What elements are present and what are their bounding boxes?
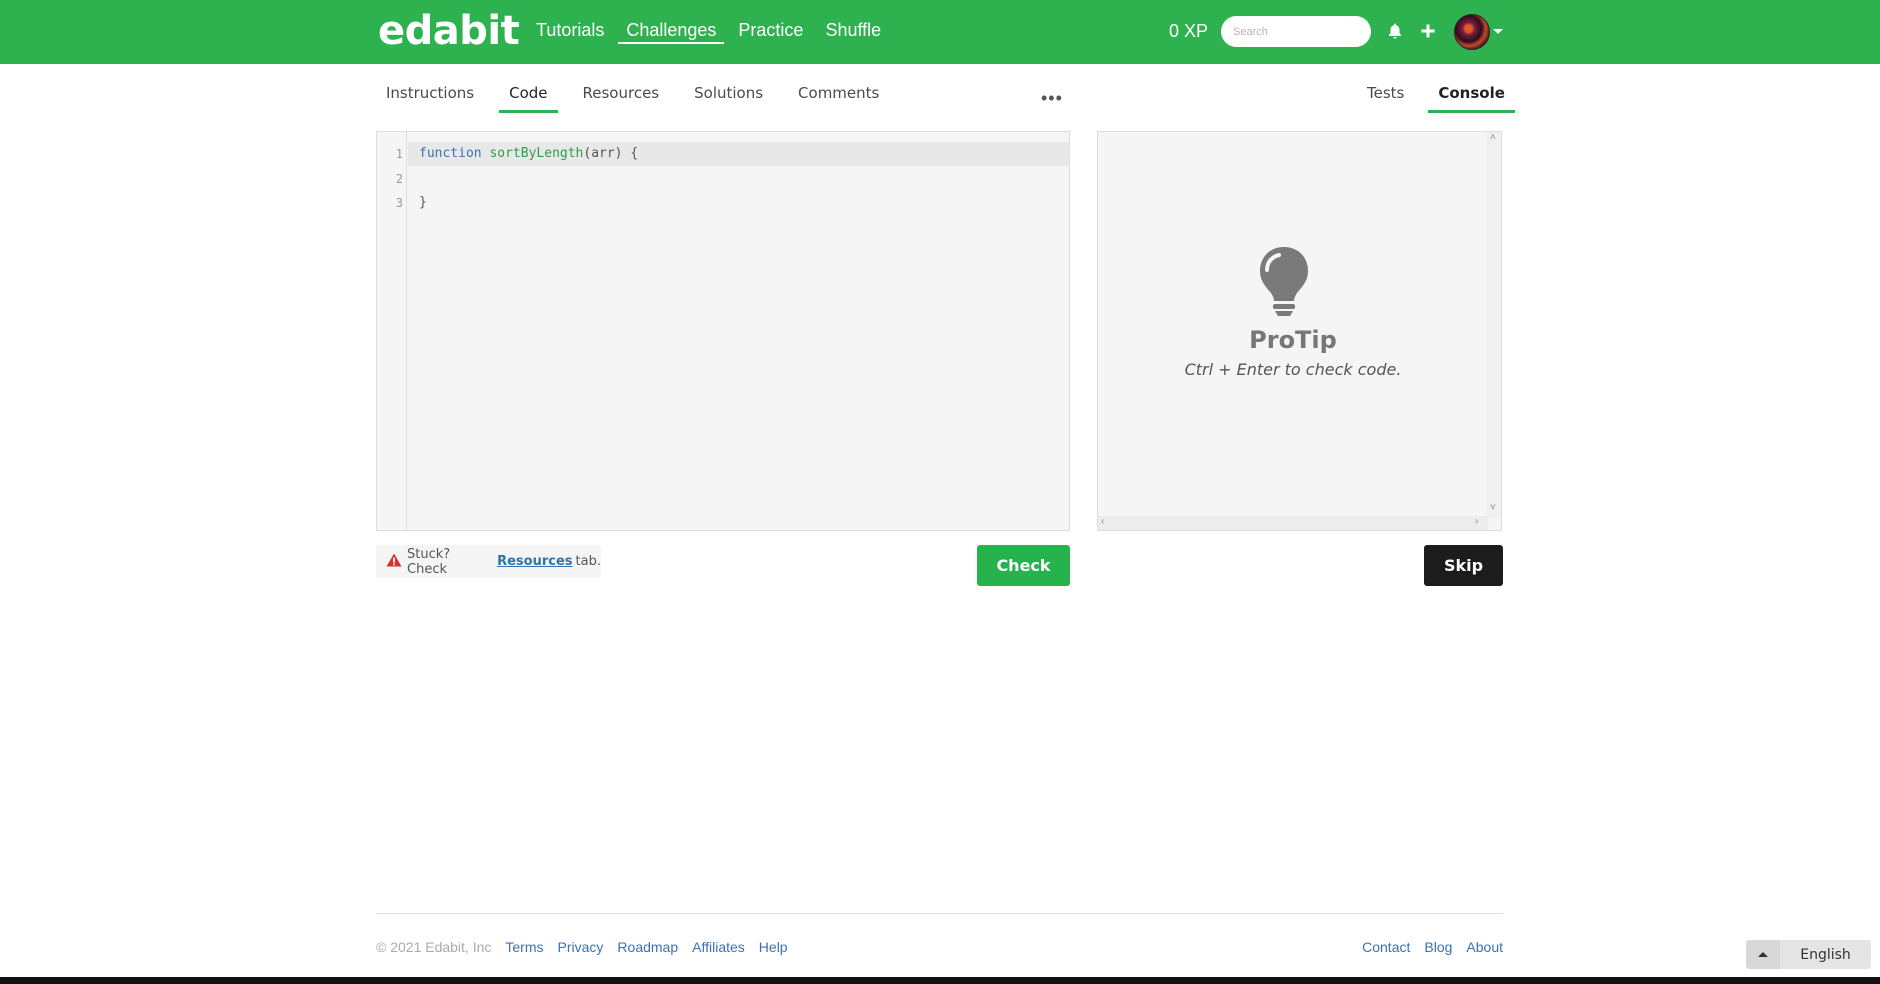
bottom-bar: [0, 977, 1880, 984]
plus-icon[interactable]: [1416, 19, 1440, 43]
brand-logo[interactable]: edabit: [378, 8, 520, 54]
protip-title: ProTip: [1249, 326, 1337, 354]
search-input[interactable]: [1221, 16, 1371, 47]
warning-icon: [386, 553, 402, 571]
scroll-right-icon[interactable]: ›: [1475, 516, 1478, 527]
code-keyword: function: [419, 146, 482, 161]
edabit-challenge-page: edabit Tutorials Challenges Practice Shu…: [0, 0, 1880, 984]
footer-left: © 2021 Edabit, Inc Terms Privacy Roadmap…: [376, 939, 802, 955]
line-number: 1: [395, 147, 403, 161]
code-tabs: Instructions Code Resources Solutions Co…: [376, 84, 904, 114]
code-line-3[interactable]: }: [419, 195, 427, 210]
line-number: 3: [395, 196, 403, 210]
footer-link-contact[interactable]: Contact: [1362, 939, 1410, 955]
tab-console[interactable]: Console: [1428, 84, 1515, 113]
language-selector[interactable]: English: [1746, 940, 1871, 969]
xp-counter: 0 XP: [1169, 21, 1209, 41]
bell-icon[interactable]: [1383, 19, 1407, 43]
footer-link-privacy[interactable]: Privacy: [558, 939, 604, 955]
chevron-down-icon[interactable]: [1493, 29, 1503, 34]
nav-challenges[interactable]: Challenges: [618, 0, 725, 44]
line-number: 2: [395, 172, 403, 186]
protip-text: Ctrl + Enter to check code.: [1184, 360, 1402, 379]
check-button[interactable]: Check: [977, 545, 1070, 586]
copyright-text: © 2021 Edabit, Inc: [376, 939, 492, 955]
footer-link-about[interactable]: About: [1466, 939, 1503, 955]
stuck-suffix: tab.: [575, 554, 601, 569]
tab-solutions[interactable]: Solutions: [684, 84, 773, 113]
nav-shuffle[interactable]: Shuffle: [817, 0, 889, 44]
lightbulb-icon: [1257, 245, 1311, 322]
stuck-prefix: Stuck? Check: [407, 546, 451, 577]
scroll-left-icon[interactable]: ‹: [1101, 516, 1104, 527]
more-options-icon[interactable]: •••: [1041, 88, 1063, 109]
caret-up-icon[interactable]: [1746, 940, 1780, 969]
tab-code[interactable]: Code: [499, 84, 558, 113]
code-editor[interactable]: 1 2 3 function sortByLength(arr) { }: [376, 131, 1070, 531]
footer-link-roadmap[interactable]: Roadmap: [617, 939, 678, 955]
tab-resources[interactable]: Resources: [573, 84, 670, 113]
scroll-down-icon[interactable]: ˅: [1490, 502, 1496, 513]
nav-practice[interactable]: Practice: [730, 0, 811, 44]
console-panel: ˄ ˅ ‹ › ProTip Ctrl + Enter to check cod…: [1097, 131, 1502, 531]
avatar[interactable]: [1454, 14, 1490, 50]
stuck-notice: Stuck? Check Resources tab.: [376, 545, 601, 578]
language-label: English: [1800, 946, 1851, 963]
tab-instructions[interactable]: Instructions: [376, 84, 484, 113]
tab-comments[interactable]: Comments: [788, 84, 889, 113]
code-function-name: sortByLength: [489, 146, 584, 161]
editor-gutter: 1 2 3: [377, 132, 407, 530]
footer-link-affiliates[interactable]: Affiliates: [692, 939, 745, 955]
footer-divider: [376, 913, 1503, 914]
main-nav: Tutorials Challenges Practice Shuffle: [528, 0, 895, 64]
tab-tests[interactable]: Tests: [1357, 84, 1414, 113]
footer-right: Contact Blog About: [1348, 939, 1503, 955]
resources-link[interactable]: Resources: [497, 554, 572, 569]
footer-link-blog[interactable]: Blog: [1424, 939, 1452, 955]
scroll-up-icon[interactable]: ˄: [1490, 132, 1496, 143]
nav-tutorials[interactable]: Tutorials: [528, 0, 612, 44]
footer-link-help[interactable]: Help: [759, 939, 788, 955]
horizontal-scrollbar[interactable]: ‹ ›: [1098, 516, 1488, 530]
code-line-1[interactable]: function sortByLength(arr) {: [419, 146, 638, 161]
top-navbar: edabit Tutorials Challenges Practice Shu…: [0, 0, 1880, 64]
skip-button[interactable]: Skip: [1424, 545, 1503, 586]
footer-link-terms[interactable]: Terms: [505, 939, 543, 955]
vertical-scrollbar[interactable]: ˄ ˅: [1487, 132, 1501, 518]
code-params: (arr) {: [583, 146, 639, 161]
output-tabs: Tests Console: [1357, 84, 1515, 114]
